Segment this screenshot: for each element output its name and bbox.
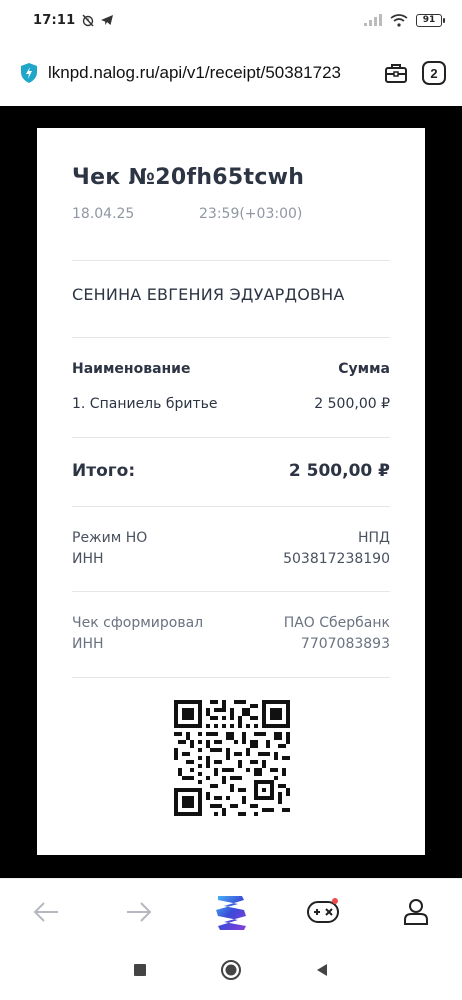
item-sum: 2 500,00 ₽ (314, 396, 390, 412)
wifi-icon (390, 13, 408, 27)
signal-icon (364, 14, 382, 26)
tax-mode-value: НПД (358, 530, 390, 546)
status-bar: 17:11 91 (0, 0, 462, 40)
issuer-label: Чек сформировал (72, 615, 204, 631)
seller-inn-label: ИНН (72, 551, 104, 567)
browser-toolbar (0, 878, 462, 944)
briefcase-icon[interactable] (382, 59, 410, 87)
receipt-date: 18.04.25 (72, 206, 135, 222)
status-icons (81, 13, 114, 27)
total-row: Итого: 2 500,00 ₽ (72, 461, 390, 481)
status-time: 17:11 (33, 12, 76, 28)
items-header: Наименование Сумма (72, 361, 390, 377)
items-header-name: Наименование (72, 361, 191, 377)
item-name: 1. Спаниель бритье (72, 396, 218, 412)
receipt-time: 23:59(+03:00) (199, 206, 303, 222)
back-nav-icon[interactable] (314, 962, 330, 982)
tab-count: 2 (422, 61, 446, 85)
web-page: Чек №20fh65tcwh 18.04.25 23:59(+03:00) С… (0, 106, 462, 878)
shield-icon[interactable] (18, 62, 40, 84)
alarm-off-icon (82, 14, 94, 27)
divider (72, 337, 390, 338)
total-label: Итого: (72, 461, 136, 481)
list-item: 1. Спаниель бритье 2 500,00 ₽ (72, 396, 390, 412)
gamepad-icon[interactable] (300, 889, 346, 935)
receipt-card: Чек №20fh65tcwh 18.04.25 23:59(+03:00) С… (37, 128, 425, 855)
tabs-button[interactable]: 2 (420, 59, 448, 87)
divider (72, 437, 390, 438)
forward-arrow-icon[interactable] (116, 889, 162, 935)
qr-code (174, 700, 290, 816)
system-nav-bar (0, 944, 462, 1000)
tax-mode-label: Режим НО (72, 530, 148, 546)
profile-icon[interactable] (393, 889, 439, 935)
home-icon[interactable] (220, 959, 242, 985)
seller-name: СЕНИНА ЕВГЕНИЯ ЭДУАРДОВНА (72, 285, 345, 304)
receipt-title: Чек №20fh65tcwh (72, 165, 305, 190)
notification-dot (332, 897, 339, 904)
back-arrow-icon[interactable] (23, 889, 69, 935)
telegram-icon (101, 15, 114, 25)
divider (72, 506, 390, 507)
seller-inn-value: 503817238190 (283, 551, 390, 567)
issuer-inn-label: ИНН (72, 636, 104, 652)
divider (72, 591, 390, 592)
total-value: 2 500,00 ₽ (288, 461, 390, 481)
issuer-info: Чек сформировал ИНН ПАО Сбербанк 7707083… (72, 613, 390, 655)
issuer-value: ПАО Сбербанк (283, 615, 390, 631)
browser-logo-icon[interactable] (208, 889, 254, 935)
url-text[interactable]: lknpd.nalog.ru/api/v1/receipt/50381723 (48, 63, 372, 83)
recent-apps-icon[interactable] (132, 962, 148, 982)
divider (72, 677, 390, 678)
items-header-sum: Сумма (338, 361, 390, 377)
battery-indicator: 91 (416, 13, 445, 27)
tax-info: Режим НО ИНН НПД 503817238190 (72, 528, 390, 570)
issuer-inn-value: 7707083893 (300, 636, 390, 652)
address-bar: lknpd.nalog.ru/api/v1/receipt/50381723 2 (0, 40, 462, 106)
divider (72, 260, 390, 261)
